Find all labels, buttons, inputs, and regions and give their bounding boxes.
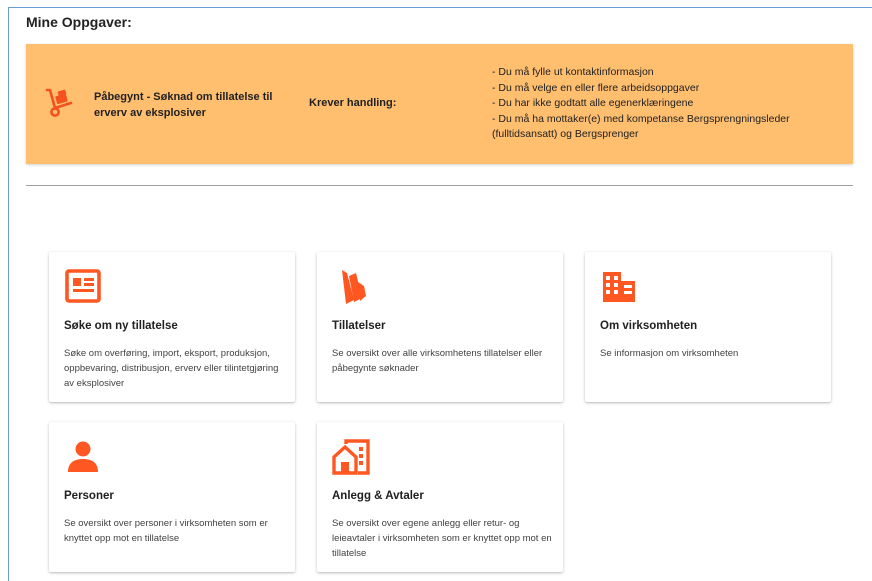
card-description: Se oversikt over egene anlegg eller retu… <box>332 518 552 559</box>
page-title: Mine Oppgaver: <box>26 14 132 30</box>
card-title: Personer <box>64 490 114 502</box>
folders-icon <box>342 270 366 304</box>
card-new-permit[interactable]: Søke om ny tillatelse Søke om overføring… <box>49 252 295 402</box>
requirement-item: - Du har ikke godtatt alle egenerklæring… <box>492 97 694 109</box>
card-permits[interactable]: Tillatelser Se oversikt over alle virkso… <box>317 252 563 402</box>
requirement-item: - Du må ha mottaker(e) med kompetanse Be… <box>492 112 790 141</box>
card-facilities-agreements[interactable]: Anlegg & Avtaler Se oversikt over egene … <box>317 422 563 572</box>
task-title: Påbegynt - Søknad om tillatelse til erve… <box>94 91 273 119</box>
window-border-left <box>8 7 9 581</box>
person-icon <box>68 441 98 472</box>
task-status-label: Krever handling: <box>309 97 397 109</box>
window-border-top <box>8 7 872 8</box>
article-icon <box>65 269 101 303</box>
section-divider <box>26 185 853 186</box>
card-description: Se oversikt over alle virksomhetens till… <box>332 348 543 374</box>
hand-truck-icon <box>45 88 73 117</box>
requirement-item: - Du må fylle ut kontaktinformasjon <box>492 66 654 78</box>
card-title: Om virksomheten <box>600 320 698 332</box>
card-about-company[interactable]: Om virksomheten Se informasjon om virkso… <box>585 252 831 402</box>
card-title: Tillatelser <box>332 320 386 332</box>
task-card[interactable]: Påbegynt - Søknad om tillatelse til erve… <box>26 44 853 164</box>
card-title: Anlegg & Avtaler <box>332 490 424 502</box>
task-requirements-list: - Du må fylle ut kontaktinformasjon - Du… <box>492 65 832 143</box>
requirement-item: - Du må velge en eller flere arbeidsoppg… <box>492 81 700 94</box>
card-description: Se oversikt over personer i virksomheten… <box>64 518 268 544</box>
card-description: Se informasjon om virksomheten <box>600 348 739 359</box>
card-title: Søke om ny tillatelse <box>64 320 178 332</box>
facility-icon <box>332 439 370 475</box>
card-description: Søke om overføring, import, eksport, pro… <box>64 348 279 389</box>
business-icon <box>603 272 635 302</box>
card-persons[interactable]: Personer Se oversikt over personer i vir… <box>49 422 295 572</box>
